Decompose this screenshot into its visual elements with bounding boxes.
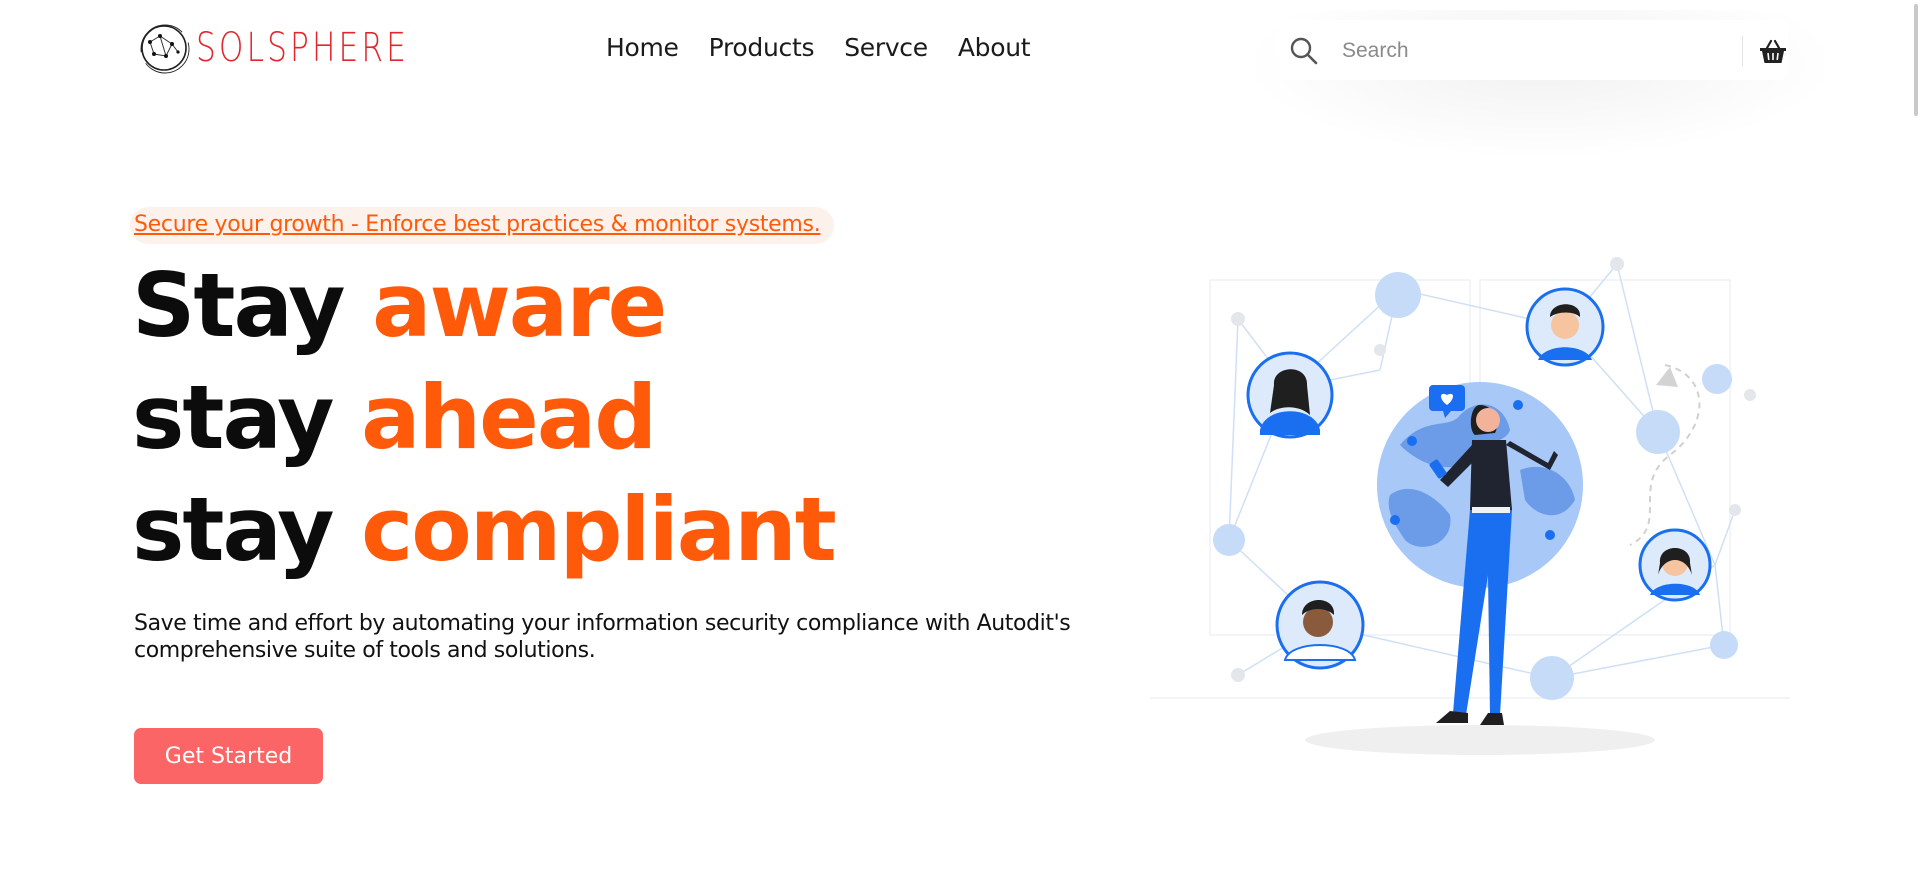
search-icon[interactable] — [1288, 35, 1320, 67]
hero-description: Save time and effort by automating your … — [134, 611, 1071, 663]
headline-line-1: Stay aware — [132, 250, 835, 362]
get-started-button[interactable]: Get Started — [134, 728, 323, 784]
hero-tagline-link[interactable]: Secure your growth - Enforce best practi… — [130, 207, 835, 244]
headline-prefix: stay — [132, 478, 334, 581]
page-scrollbar[interactable] — [1912, 0, 1920, 120]
headline-accent: compliant — [361, 478, 837, 581]
search-input[interactable] — [1340, 32, 1724, 70]
globe-constellation-icon — [140, 24, 190, 74]
headline-line-2: stay ahead — [132, 362, 835, 474]
brand-name: SOLSPHERE — [196, 25, 410, 71]
headline-accent: ahead — [361, 366, 657, 469]
headline-prefix: Stay — [132, 254, 345, 357]
headline-prefix: stay — [132, 366, 334, 469]
nav-item-home[interactable]: Home — [606, 33, 679, 62]
woman-with-globe-network-illustration — [1150, 257, 1790, 755]
search-divider — [1742, 36, 1743, 66]
nav-item-about[interactable]: About — [958, 33, 1031, 62]
hero-headline: Stay aware stay ahead stay compliant — [132, 250, 837, 586]
main-nav: Home Products Servce About — [606, 33, 1031, 62]
brand-logo[interactable]: SOLSPHERE — [138, 22, 469, 74]
nav-item-service[interactable]: Servce — [844, 33, 928, 62]
scrollbar-thumb[interactable] — [1914, 4, 1918, 116]
nav-item-products[interactable]: Products — [709, 33, 815, 62]
headline-line-3: stay compliant — [132, 474, 837, 586]
headline-accent: aware — [372, 254, 667, 357]
basket-icon[interactable] — [1758, 38, 1788, 66]
search-bar — [1278, 20, 1788, 80]
site-header: SOLSPHERE Home Products Servce About — [0, 0, 1920, 160]
